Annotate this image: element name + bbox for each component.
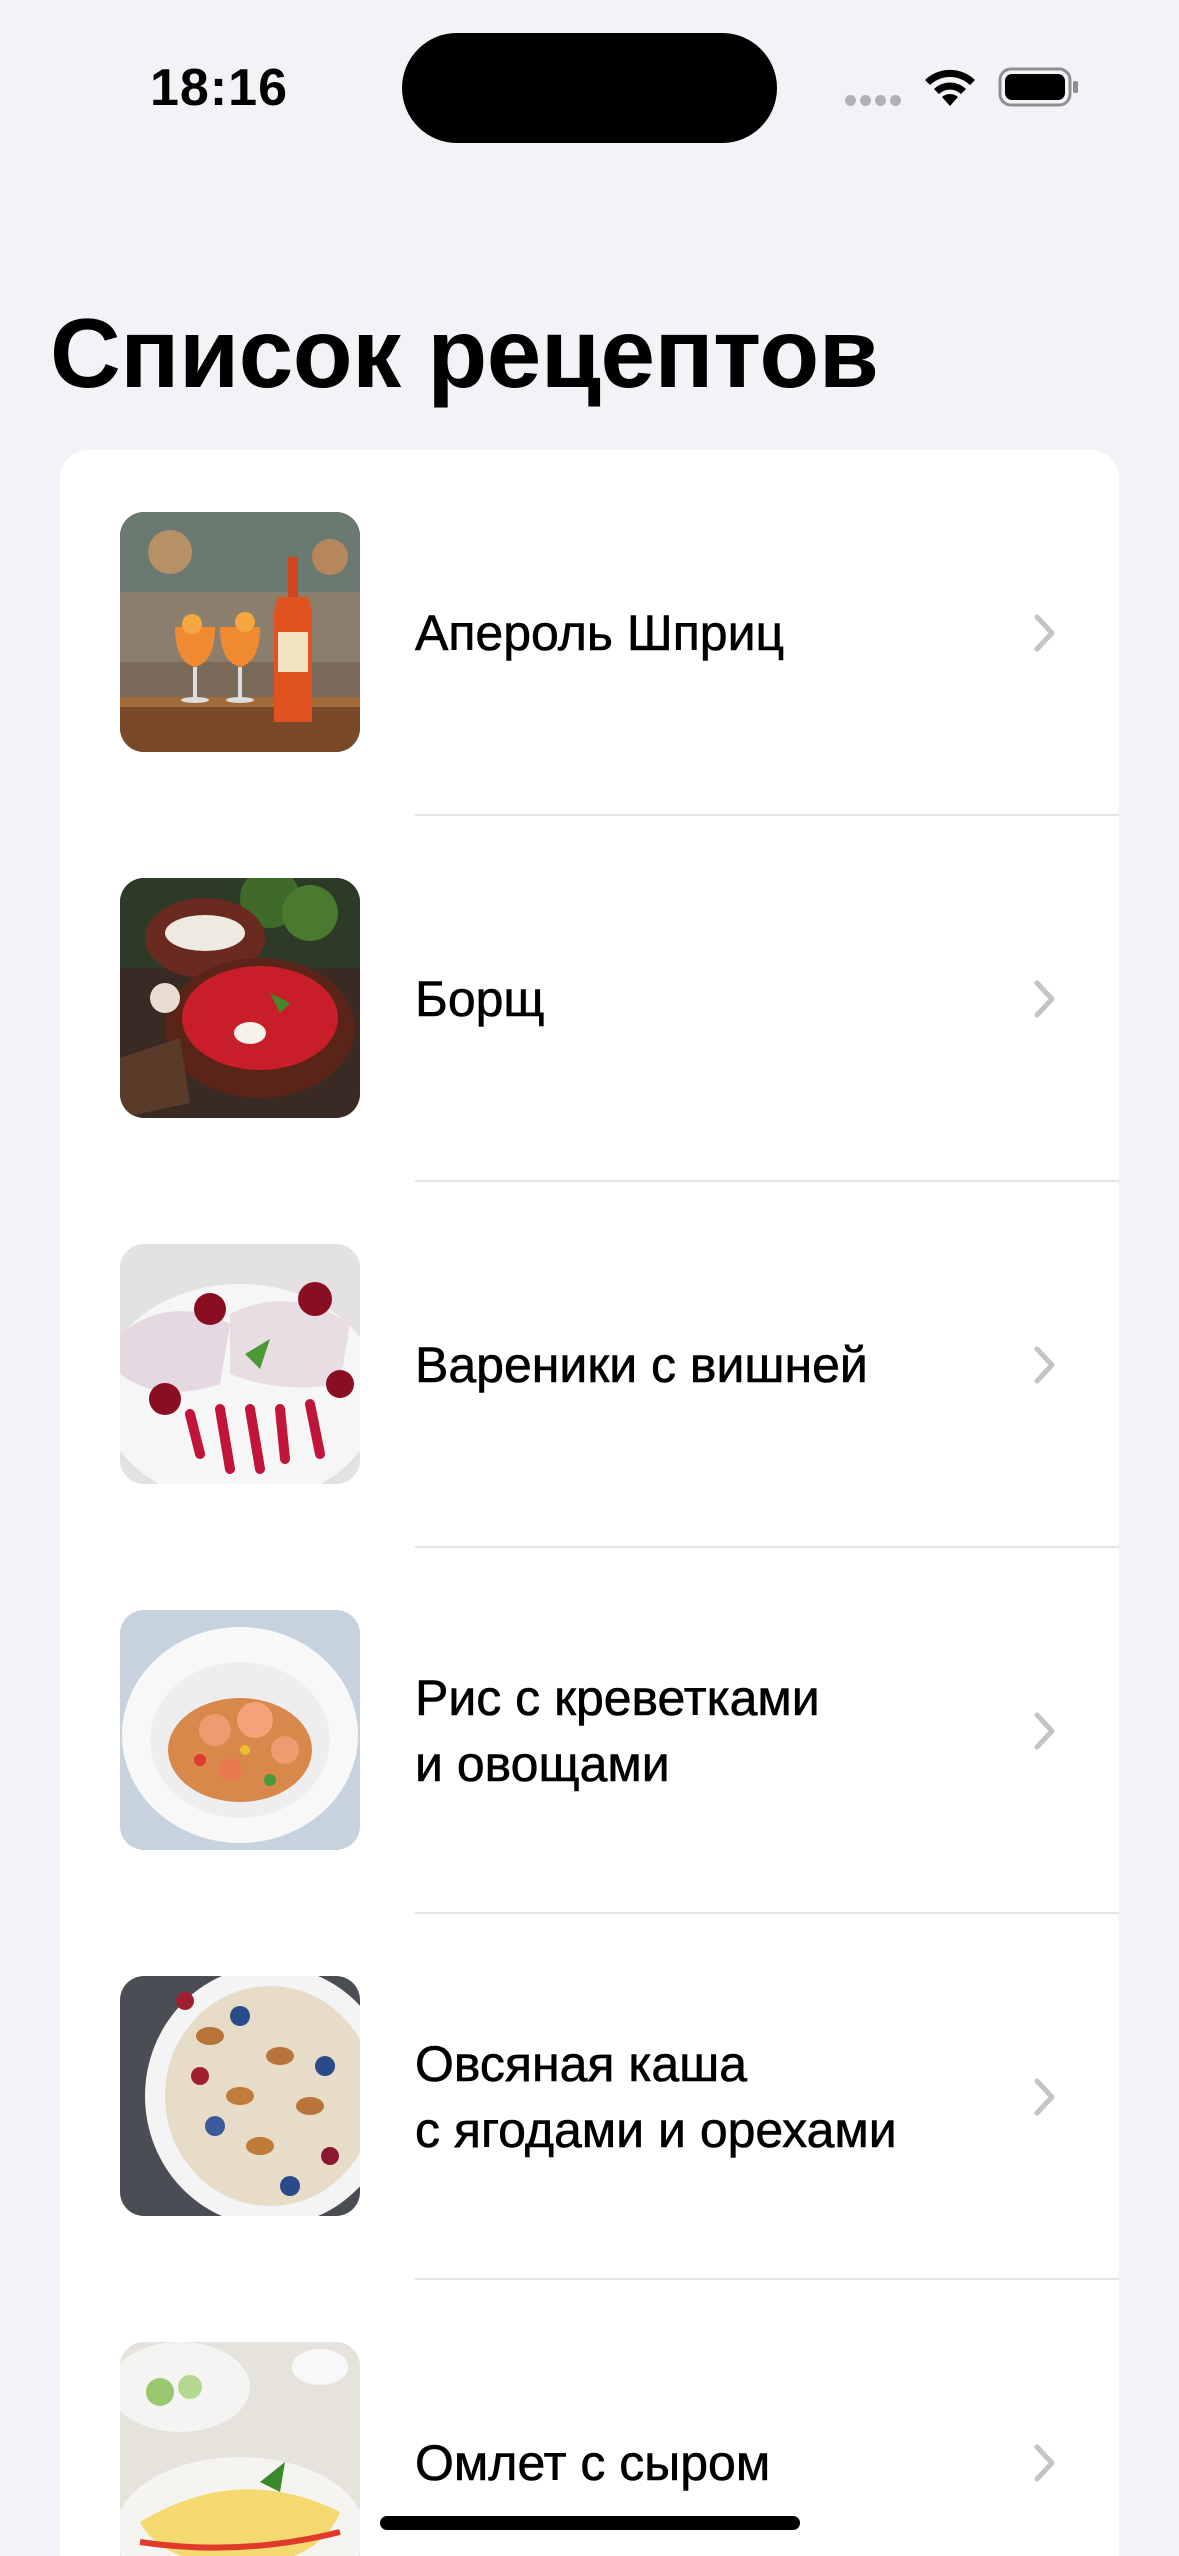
recipe-name: Апероль Шприц [415,605,785,662]
recipe-name: Овсяная каша с ягодами и орехами [415,2036,897,2159]
wifi-icon [925,69,975,106]
recipe-row[interactable]: Овсяная каша с ягодами и орехами [60,1914,1119,2280]
recipe-image [120,2342,360,2556]
chevron-right-icon [1034,1346,1055,1384]
recipe-row[interactable]: Омлет с сыром [60,2280,1119,2556]
chevron-right-icon [1034,1712,1055,1750]
recipe-row[interactable]: Апероль Шприц [60,450,1119,816]
dynamic-island [402,33,777,143]
page-title: Список рецептов [50,298,879,408]
recipe-row[interactable]: Вареники с вишней [60,1182,1119,1548]
recipe-name: Омлет с сыром [415,2435,771,2492]
recipe-image [120,1610,360,1850]
recipe-row[interactable]: Рис с креветками и овощами [60,1548,1119,1914]
chevron-right-icon [1034,614,1055,652]
chevron-right-icon [1034,980,1055,1018]
recipe-name: Вареники с вишней [415,1337,868,1394]
status-bar: 18:16 [0,0,1179,170]
recipe-image [120,1244,360,1484]
battery-icon [998,67,1078,107]
cellular-signal-icon [845,95,905,106]
chevron-right-icon [1034,2078,1055,2116]
recipe-row[interactable]: Борщ [60,816,1119,1182]
recipe-name: Борщ [415,971,545,1028]
chevron-right-icon [1034,2444,1055,2482]
recipe-image [120,512,360,752]
home-indicator[interactable] [380,2516,800,2530]
recipe-image [120,1976,360,2216]
recipe-name: Рис с креветками и овощами [415,1670,820,1793]
status-time: 18:16 [150,59,288,117]
recipe-image [120,878,360,1118]
recipe-list: Апероль Шприц Борщ Вареники с вишней Рис… [60,450,1119,2556]
